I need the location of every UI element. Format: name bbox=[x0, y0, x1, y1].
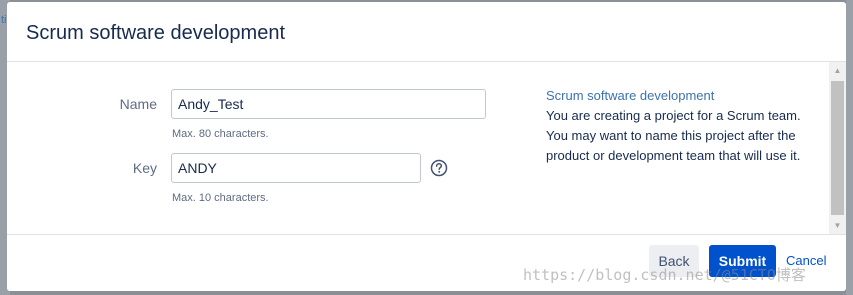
create-project-dialog: Scrum software development Name Max. 80 … bbox=[7, 2, 846, 291]
scroll-down-arrow-icon[interactable]: ▼ bbox=[829, 217, 846, 234]
key-help-text: Max. 10 characters. bbox=[172, 192, 269, 204]
key-input[interactable] bbox=[171, 153, 421, 183]
name-label: Name bbox=[119, 96, 157, 112]
cancel-link[interactable]: Cancel bbox=[786, 253, 826, 268]
template-info-title: Scrum software development bbox=[546, 88, 715, 103]
dialog-footer: Back Submit Cancel bbox=[7, 234, 846, 291]
name-help-text: Max. 80 characters. bbox=[172, 128, 269, 140]
key-label: Key bbox=[132, 160, 157, 176]
submit-button[interactable]: Submit bbox=[709, 245, 776, 277]
help-icon[interactable] bbox=[430, 159, 448, 177]
dialog-title: Scrum software development bbox=[26, 22, 286, 44]
name-input[interactable] bbox=[171, 89, 486, 119]
template-info-text: You are creating a project for a Scrum t… bbox=[546, 108, 801, 163]
page-backdrop-right bbox=[846, 0, 853, 295]
scrollbar-thumb[interactable] bbox=[831, 81, 844, 215]
back-button[interactable]: Back bbox=[649, 245, 699, 277]
scroll-up-arrow-icon[interactable]: ▲ bbox=[829, 62, 846, 79]
dialog-header: Scrum software development bbox=[7, 2, 846, 62]
dialog-body: Name Max. 80 characters. Key Max. 10 cha… bbox=[7, 62, 846, 234]
dialog-scrollbar[interactable]: ▲ ▼ bbox=[829, 62, 846, 234]
